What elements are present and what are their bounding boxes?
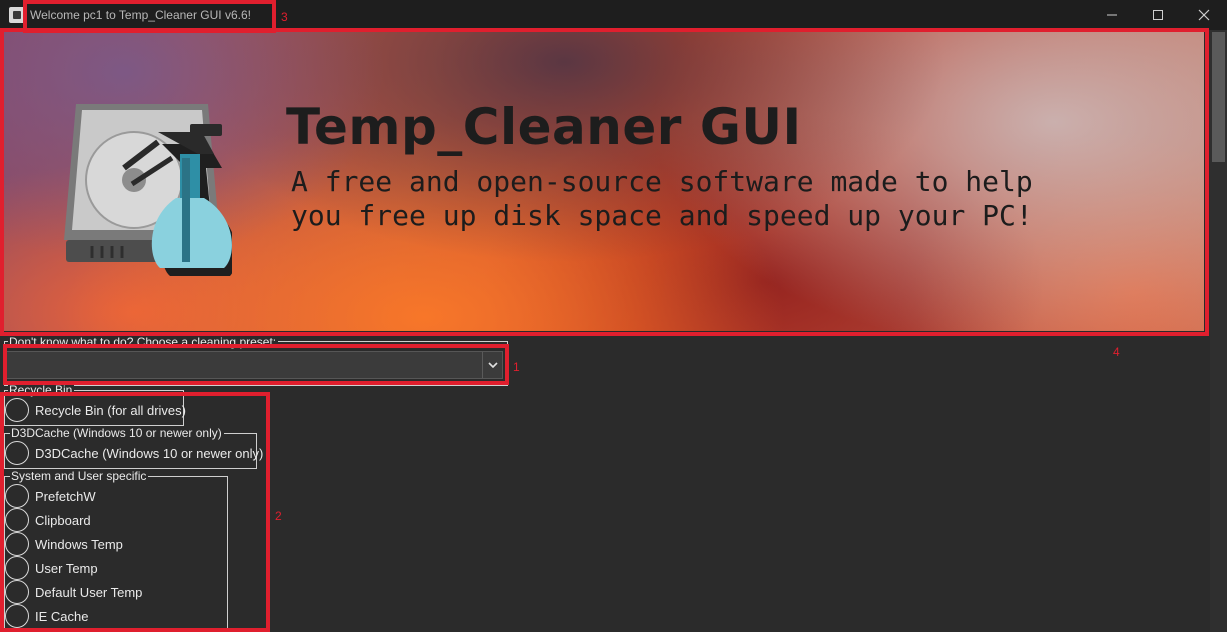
chevron-down-icon <box>487 362 498 368</box>
option-user-temp[interactable]: User Temp <box>5 556 98 580</box>
minimize-button[interactable] <box>1089 0 1135 30</box>
option-d3dcache[interactable]: D3DCache (Windows 10 or newer only) <box>5 441 263 465</box>
option-label: PrefetchW <box>35 488 96 504</box>
preset-group-label: Don't know what to do? Choose a cleaning… <box>8 335 279 349</box>
annotation-label-3: 3 <box>281 10 288 24</box>
vertical-scrollbar[interactable] <box>1210 30 1227 632</box>
hard-drive-spray-bottle-icon <box>64 104 232 276</box>
banner-title: Temp_Cleaner GUI <box>286 98 802 156</box>
radio-button[interactable] <box>5 398 29 422</box>
option-label: D3DCache (Windows 10 or newer only) <box>35 445 264 461</box>
banner-subtitle: A free and open-source software made to … <box>291 165 1033 232</box>
preset-dropdown-button[interactable] <box>482 352 502 378</box>
radio-button[interactable] <box>5 484 29 508</box>
maximize-icon <box>1153 10 1163 20</box>
recycle-bin-group-label: Recycle Bin <box>8 383 75 397</box>
option-label: Windows Temp <box>35 536 123 552</box>
option-label: IE Cache <box>35 608 89 624</box>
radio-button[interactable] <box>5 441 29 465</box>
minimize-icon <box>1107 14 1117 16</box>
radio-button[interactable] <box>5 556 29 580</box>
preset-combobox[interactable] <box>6 351 503 379</box>
radio-button[interactable] <box>5 508 29 532</box>
radio-button[interactable] <box>5 604 29 628</box>
maximize-button[interactable] <box>1135 0 1181 30</box>
annotation-label-1: 1 <box>513 360 520 374</box>
option-label: Clipboard <box>35 512 91 528</box>
header-banner: Temp_Cleaner GUI A free and open-source … <box>4 32 1204 331</box>
radio-button[interactable] <box>5 580 29 604</box>
close-button[interactable] <box>1181 0 1227 30</box>
app-icon <box>9 7 25 23</box>
option-label: User Temp <box>35 560 98 576</box>
option-prefetchw[interactable]: PrefetchW <box>5 484 96 508</box>
d3dcache-group-label: D3DCache (Windows 10 or newer only) <box>10 426 224 440</box>
close-icon <box>1198 9 1210 21</box>
window-title: Welcome pc1 to Temp_Cleaner GUI v6.6! <box>30 8 251 22</box>
option-clipboard[interactable]: Clipboard <box>5 508 91 532</box>
option-recycle-bin[interactable]: Recycle Bin (for all drives) <box>5 398 186 422</box>
option-label: Default User Temp <box>35 584 143 600</box>
annotation-label-2: 2 <box>275 509 282 523</box>
title-bar: Welcome pc1 to Temp_Cleaner GUI v6.6! <box>0 0 1227 30</box>
option-ie-cache[interactable]: IE Cache <box>5 604 88 628</box>
system-user-group-label: System and User specific <box>10 469 149 483</box>
option-default-user-temp[interactable]: Default User Temp <box>5 580 142 604</box>
option-windows-temp[interactable]: Windows Temp <box>5 532 123 556</box>
scrollbar-thumb[interactable] <box>1212 32 1225 162</box>
partially-visible-group-label <box>296 625 366 632</box>
option-label: Recycle Bin (for all drives) <box>35 402 186 418</box>
annotation-label-4: 4 <box>1113 345 1120 359</box>
radio-button[interactable] <box>5 532 29 556</box>
